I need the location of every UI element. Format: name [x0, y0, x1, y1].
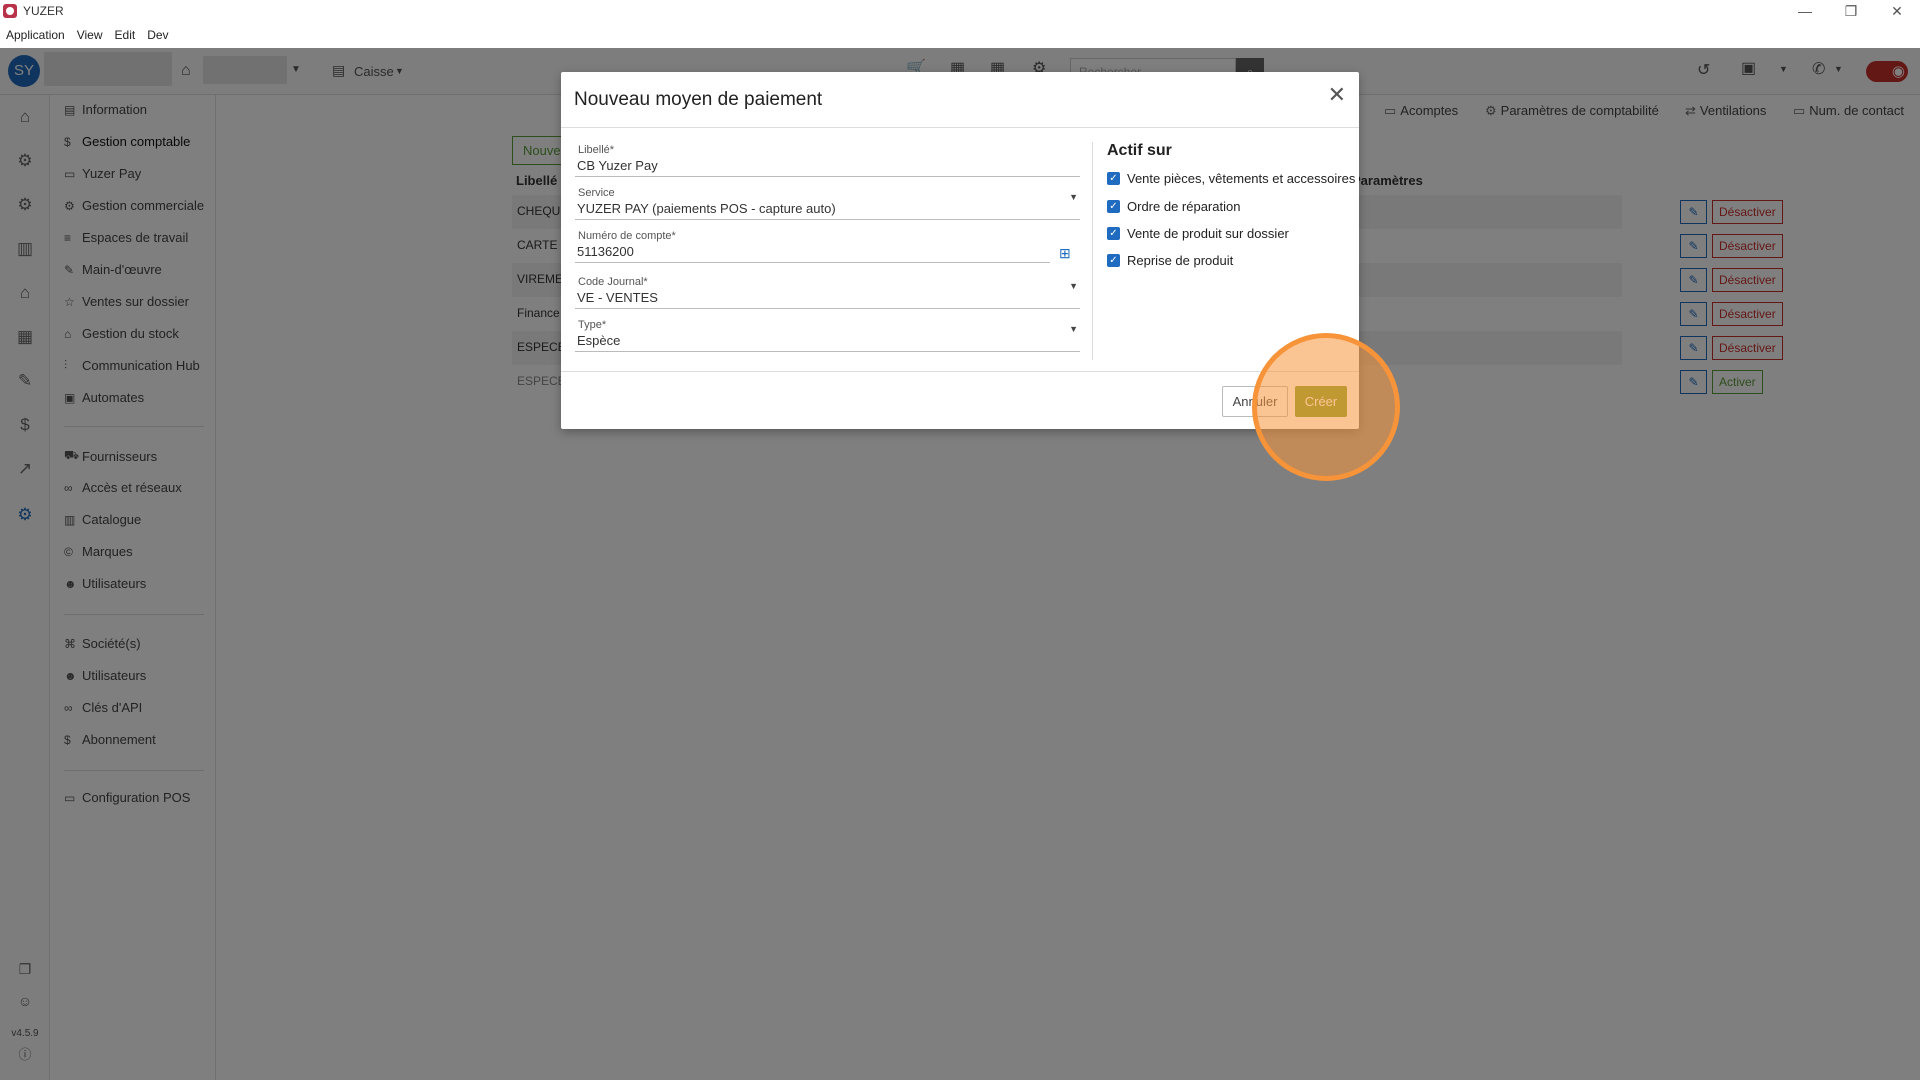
code-journal-label: Code Journal* [578, 276, 648, 288]
type-caret-down-icon[interactable]: ▼ [1069, 324, 1078, 334]
libelle-value[interactable]: CB Yuzer Pay [575, 156, 1080, 176]
menu-bar: Application View Edit Dev [0, 22, 1920, 48]
close-icon[interactable]: ✕ [1328, 82, 1346, 108]
checkbox-checked-icon[interactable]: ✓ [1107, 172, 1120, 185]
dialog-column-divider [1092, 142, 1093, 360]
numero-compte-field[interactable]: Numéro de compte* 51136200 [575, 230, 1050, 263]
checkbox-checked-icon[interactable]: ✓ [1107, 254, 1120, 267]
new-payment-method-dialog: Nouveau moyen de paiement ✕ Libellé* CB … [561, 72, 1359, 429]
actif-sur-heading: Actif sur [1107, 142, 1172, 159]
code-journal-value[interactable]: VE - VENTES [575, 288, 1080, 308]
service-label: Service [578, 187, 615, 199]
libelle-label: Libellé* [578, 144, 615, 156]
menu-dev[interactable]: Dev [141, 28, 174, 42]
title-bar: YUZER — ❐ ✕ [0, 0, 1920, 22]
dialog-footer-divider [561, 371, 1359, 372]
dialog-header-divider [561, 127, 1359, 128]
cancel-button[interactable]: Annuler [1222, 386, 1288, 417]
checkbox-checked-icon[interactable]: ✓ [1107, 227, 1120, 240]
type-value[interactable]: Espèce [575, 331, 1080, 351]
menu-view[interactable]: View [71, 28, 109, 42]
code-journal-caret-down-icon[interactable]: ▼ [1069, 281, 1078, 291]
type-select[interactable]: Type* Espèce ▼ [575, 319, 1080, 352]
close-window-button[interactable]: ✕ [1874, 0, 1920, 22]
numero-compte-value[interactable]: 51136200 [575, 242, 1050, 262]
maximize-button[interactable]: ❐ [1828, 0, 1874, 22]
numero-compte-label: Numéro de compte* [578, 230, 676, 242]
libelle-field[interactable]: Libellé* CB Yuzer Pay [575, 144, 1080, 177]
account-tree-icon[interactable]: ⊞ [1059, 245, 1071, 262]
minimize-button[interactable]: — [1782, 0, 1828, 22]
code-journal-select[interactable]: Code Journal* VE - VENTES ▼ [575, 276, 1080, 309]
checkbox-ordre-reparation[interactable]: ✓ Ordre de réparation [1107, 199, 1240, 214]
service-select[interactable]: Service YUZER PAY (paiements POS - captu… [575, 187, 1080, 220]
window-title: YUZER [23, 4, 64, 18]
create-button[interactable]: Créer [1295, 386, 1347, 417]
dialog-title: Nouveau moyen de paiement [574, 89, 823, 110]
service-caret-down-icon[interactable]: ▼ [1069, 192, 1078, 202]
type-label: Type* [578, 319, 607, 331]
checkbox-checked-icon[interactable]: ✓ [1107, 200, 1120, 213]
checkbox-vente-pieces[interactable]: ✓ Vente pièces, vêtements et accessoires [1107, 171, 1355, 186]
menu-edit[interactable]: Edit [109, 28, 142, 42]
service-value[interactable]: YUZER PAY (paiements POS - capture auto) [575, 199, 1080, 219]
checkbox-reprise-produit[interactable]: ✓ Reprise de produit [1107, 253, 1233, 268]
app-logo-icon [3, 4, 17, 18]
menu-application[interactable]: Application [0, 28, 71, 42]
checkbox-vente-produit-dossier[interactable]: ✓ Vente de produit sur dossier [1107, 226, 1289, 241]
